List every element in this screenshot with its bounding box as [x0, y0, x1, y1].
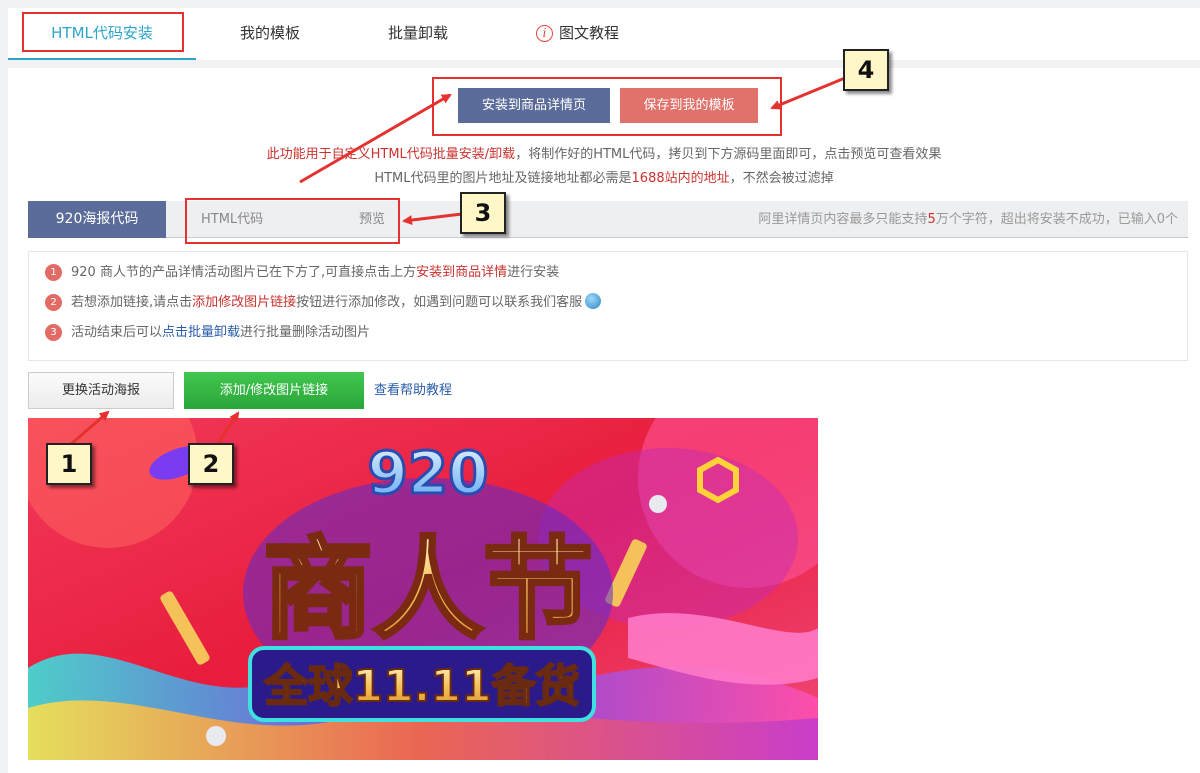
- annotation-box-subtabs: [185, 198, 400, 244]
- tip-text: 活动结束后可以: [71, 325, 163, 340]
- callout-4: 4: [843, 49, 889, 91]
- step-number-badge: 1: [45, 264, 62, 281]
- tip-text: 进行批量删除活动图片: [240, 325, 371, 340]
- notice-highlight: 此功能用于自定义HTML代码批量安装/卸载: [266, 147, 516, 162]
- poster-title: 商人节: [263, 526, 593, 654]
- notice-highlight: 1688站内的地址: [631, 171, 730, 186]
- tab-my-templates[interactable]: 我的模板: [240, 8, 300, 60]
- tip-highlight: 添加修改图片链接: [192, 295, 297, 310]
- annotation-box-tab: [22, 12, 184, 52]
- callout-3: 3: [460, 192, 506, 234]
- limit-text: 阿里详情页内容最多只能支持: [758, 212, 928, 227]
- tips-box: 1 920 商人节的产品详情活动图片已在下方了,可直接点击上方安装到商品详情进行安…: [28, 251, 1188, 361]
- limit-text: 万个字符，超出将安装不成功，已输入0个: [935, 212, 1178, 227]
- notice-text: ，不然会被过滤掉: [729, 171, 834, 186]
- callout-1: 1: [46, 443, 92, 485]
- tab-tutorial[interactable]: i 图文教程: [536, 8, 619, 60]
- notice-line-1: 此功能用于自定义HTML代码批量安装/卸载，将制作好的HTML代码，拷贝到下方源…: [8, 143, 1200, 162]
- notice-line-2: HTML代码里的图片地址及链接地址都必需是1688站内的地址，不然会被过滤掉: [8, 167, 1200, 186]
- tab-poster-code[interactable]: 920海报代码: [28, 201, 166, 238]
- edit-image-link-button[interactable]: 添加/修改图片链接: [184, 372, 364, 409]
- batch-uninstall-link[interactable]: 点击批量卸载: [162, 325, 240, 340]
- change-poster-button[interactable]: 更换活动海报: [28, 372, 174, 409]
- limit-number: 5: [927, 212, 936, 227]
- tip-text: 进行安装: [507, 265, 560, 280]
- character-limit-note: 阿里详情页内容最多只能支持5万个字符，超出将安装不成功，已输入0个: [758, 201, 1178, 238]
- main-panel: 安装到商品详情页 保存到我的模板 此功能用于自定义HTML代码批量安装/卸载，将…: [8, 68, 1200, 773]
- tip-highlight: 安装到商品详情: [416, 265, 508, 280]
- poster-number: 920: [367, 439, 488, 507]
- tab-batch-uninstall[interactable]: 批量卸载: [388, 8, 448, 60]
- tip-text: 按钮进行添加修改，如遇到问题可以联系我们客服: [296, 295, 583, 310]
- tip-text: 若想添加链接,请点击: [71, 295, 193, 310]
- page: HTML代码安装 我的模板 批量卸载 i 图文教程 安装到商品详情页 保存到我的模…: [0, 0, 1200, 773]
- tip-item: 1 920 商人节的产品详情活动图片已在下方了,可直接点击上方安装到商品详情进行安…: [45, 263, 559, 283]
- tip-text: 920 商人节的产品详情活动图片已在下方了,可直接点击上方: [71, 265, 417, 280]
- annotation-box-actions: [432, 77, 782, 136]
- notice-text: HTML代码里的图片地址及链接地址都必需是: [374, 171, 632, 186]
- customer-service-icon[interactable]: [585, 293, 602, 309]
- poster-artwork: 920 商人节 全球11.11备货: [28, 418, 818, 760]
- info-icon: i: [536, 25, 553, 42]
- step-number-badge: 3: [45, 324, 62, 341]
- tip-item: 3 活动结束后可以点击批量卸载进行批量删除活动图片: [45, 323, 370, 343]
- callout-2: 2: [188, 443, 234, 485]
- event-poster-image: 920 商人节 全球11.11备货: [28, 418, 818, 760]
- help-tutorial-link[interactable]: 查看帮助教程: [374, 379, 452, 398]
- tab-tutorial-label: 图文教程: [559, 24, 620, 42]
- tip-item: 2 若想添加链接,请点击添加修改图片链接按钮进行添加修改，如遇到问题可以联系我们客…: [45, 293, 602, 313]
- top-tab-bar: HTML代码安装 我的模板 批量卸载 i 图文教程: [8, 8, 1200, 60]
- notice-text: ，将制作好的HTML代码，拷贝到下方源码里面即可，点击预览可查看效果: [515, 147, 942, 162]
- step-number-badge: 2: [45, 294, 62, 311]
- poster-subtitle: 全球11.11备货: [263, 661, 579, 712]
